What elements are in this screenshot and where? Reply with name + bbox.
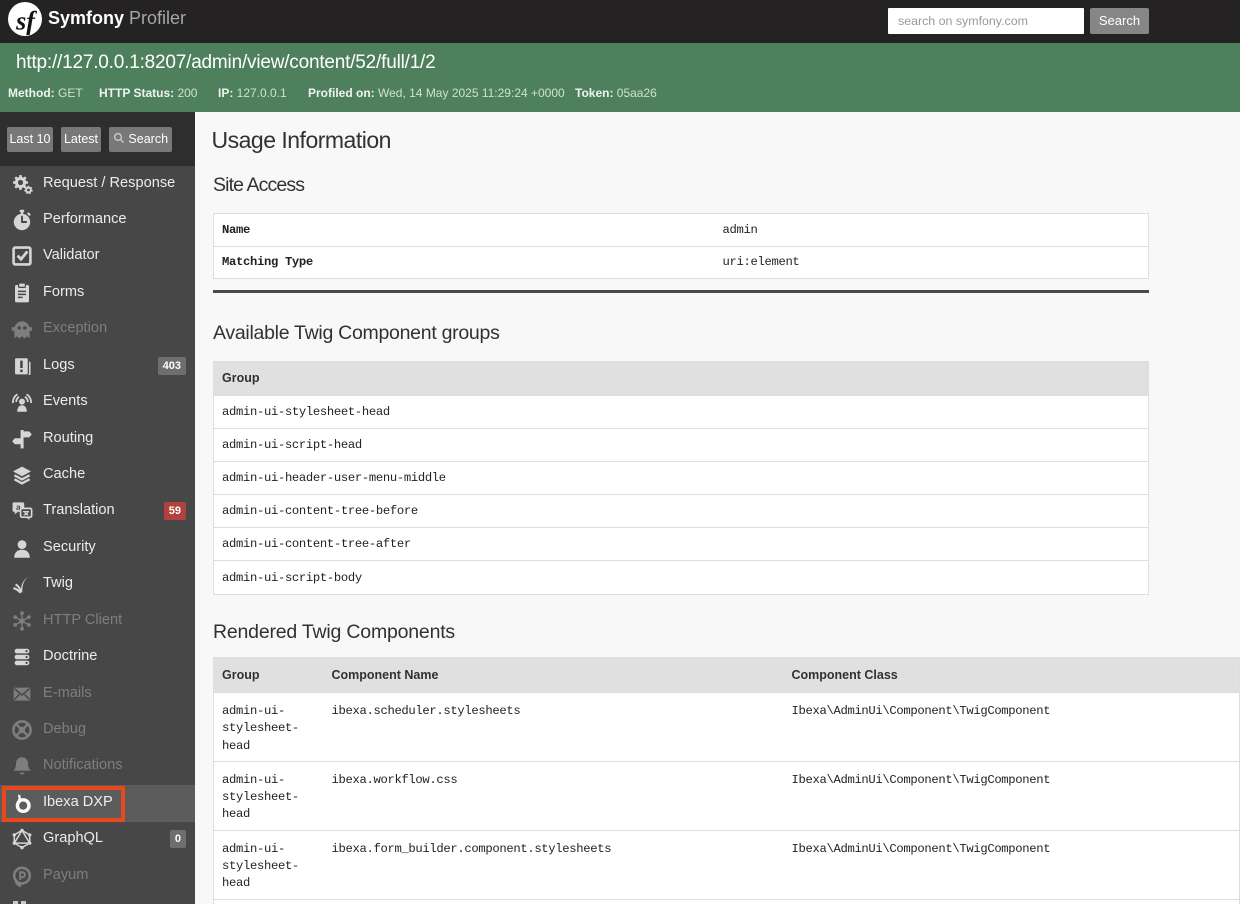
svg-text:sf: sf [15,7,37,36]
